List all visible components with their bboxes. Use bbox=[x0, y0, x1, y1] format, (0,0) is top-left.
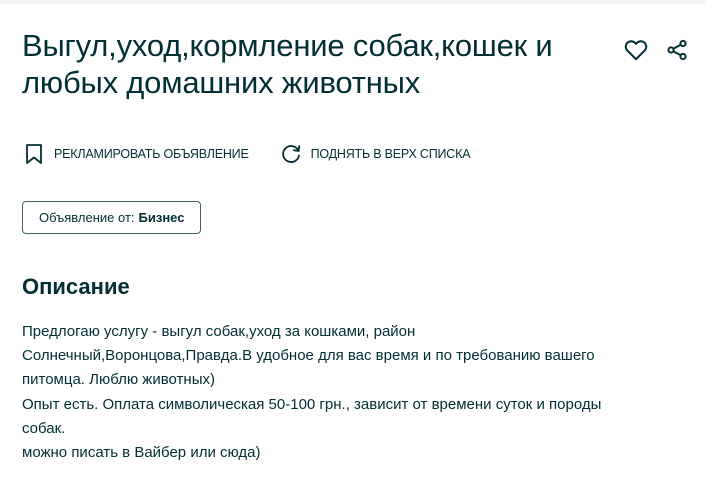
description-line: питомца. Люблю животных) bbox=[22, 371, 215, 389]
description-line: можно писать в Вайбер или сюда) bbox=[22, 444, 261, 462]
seller-type-badge: Объявление от: Бизнес bbox=[22, 201, 202, 234]
ad-title: Выгул,уход,кормление собак,кошек и любых… bbox=[22, 28, 553, 100]
favorite-button[interactable] bbox=[623, 37, 649, 63]
heart-icon bbox=[624, 40, 648, 61]
refresh-icon bbox=[279, 142, 303, 166]
promote-ad-label: Рекламировать объявление bbox=[54, 147, 249, 161]
description-line: Опыт есть. Оплата символическая 50-100 г… bbox=[22, 395, 602, 413]
seller-type-prefix: Объявление от: bbox=[39, 210, 135, 225]
raise-to-top-button[interactable]: Поднять в верх списка bbox=[279, 142, 471, 166]
top-divider bbox=[0, 0, 705, 4]
description-text: Предлогаю услугу - выгул собак,уход за к… bbox=[22, 320, 662, 465]
ad-actions: Рекламировать объявление Поднять в верх … bbox=[22, 142, 471, 166]
share-icon bbox=[667, 39, 687, 61]
description-heading: Описание bbox=[22, 274, 130, 299]
share-button[interactable] bbox=[664, 37, 690, 63]
description-line: собак. bbox=[22, 419, 66, 437]
seller-type-value: Бизнес bbox=[138, 210, 185, 225]
description-line: Предлогаю услугу - выгул собак,уход за к… bbox=[22, 323, 416, 340]
bookmark-icon bbox=[22, 142, 46, 166]
raise-to-top-label: Поднять в верх списка bbox=[310, 147, 471, 161]
promote-ad-button[interactable]: Рекламировать объявление bbox=[22, 142, 249, 166]
description-line: Солнечный,Воронцова,Правда.В удобное для… bbox=[22, 347, 595, 365]
